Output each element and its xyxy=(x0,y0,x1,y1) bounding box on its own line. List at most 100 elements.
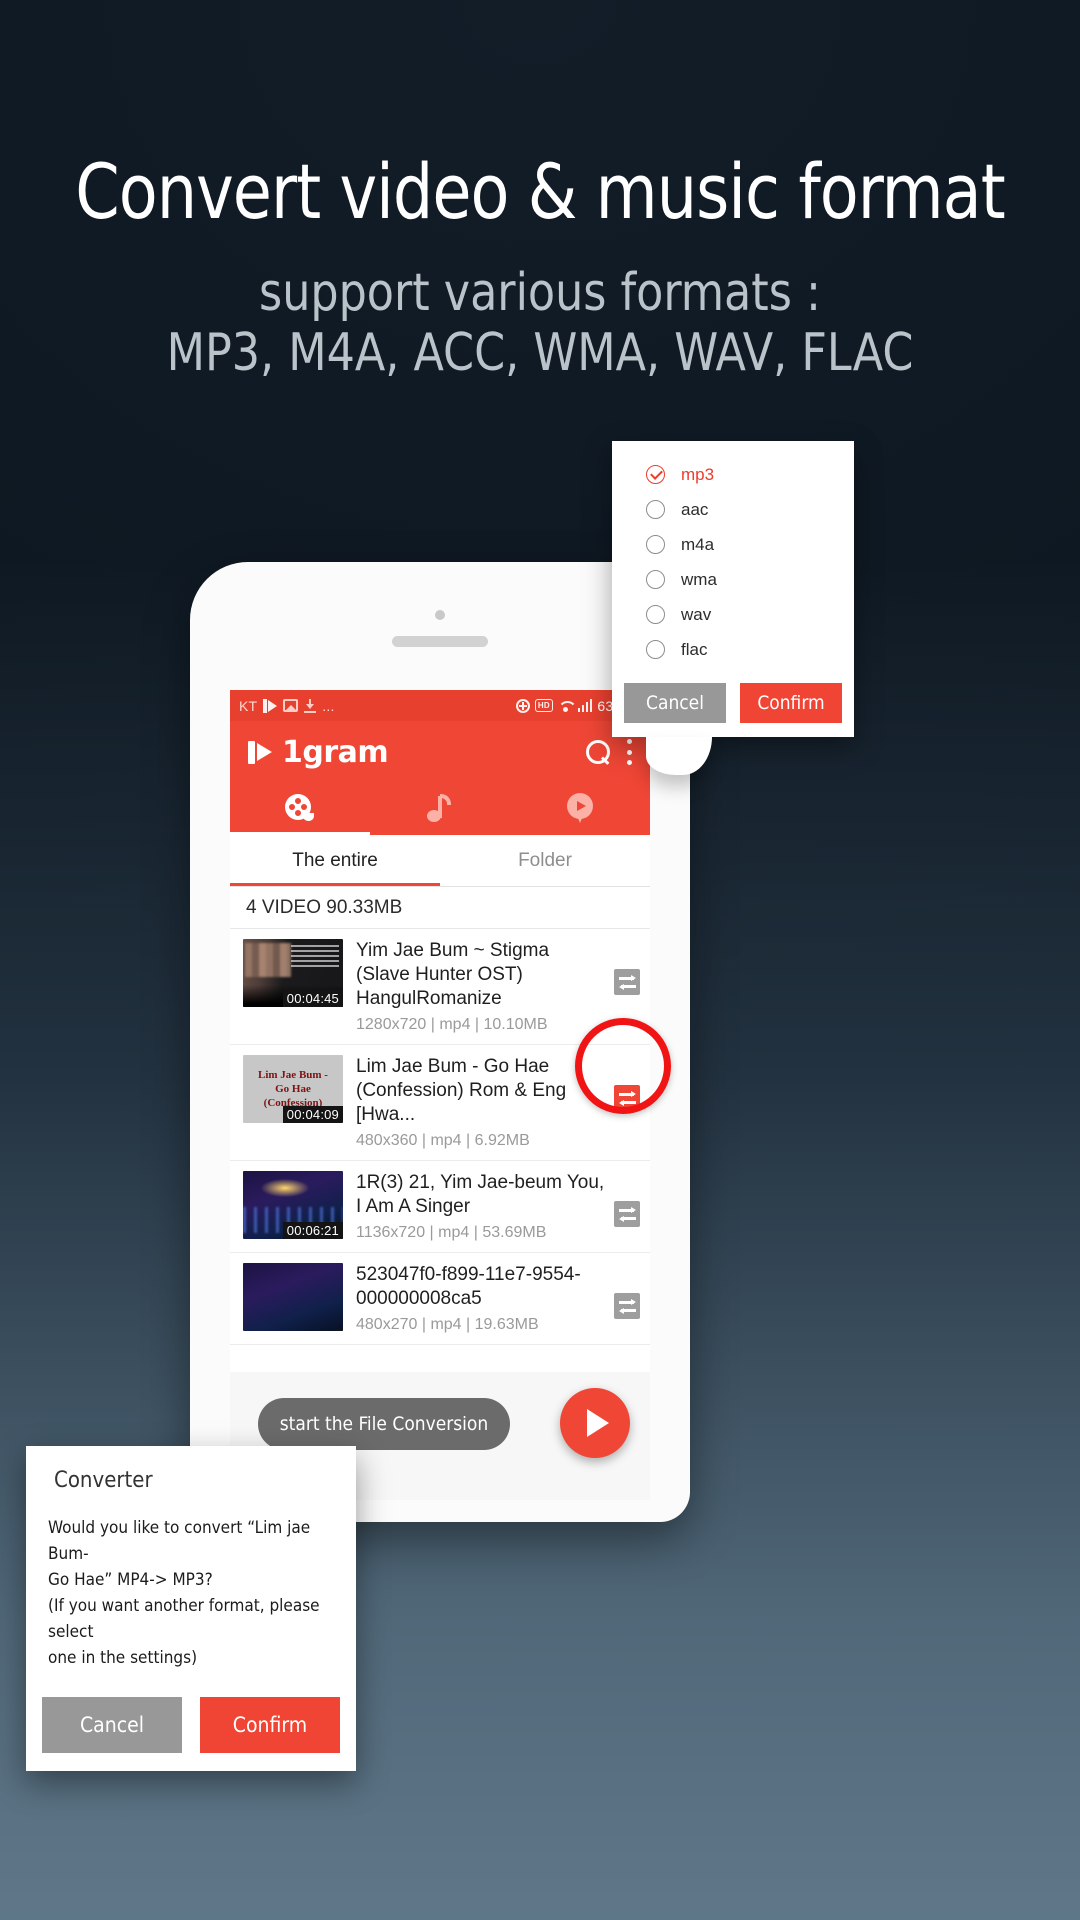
format-option-flac[interactable]: flac xyxy=(646,632,854,667)
tab-the-entire[interactable]: The entire xyxy=(230,835,440,886)
phone-speaker xyxy=(392,636,488,647)
video-info: 523047f0-f899-11e7-9554-000000008ca5 480… xyxy=(343,1263,614,1334)
tab-folder[interactable]: Folder xyxy=(440,835,650,886)
play-pin-icon xyxy=(565,793,595,825)
radio-checked-icon xyxy=(646,465,665,484)
format-option-label: m4a xyxy=(681,534,715,554)
radio-unchecked-icon xyxy=(646,605,665,624)
start-conversion-button[interactable]: start the File Conversion xyxy=(258,1398,510,1450)
converter-body-line3: (If you want another format, please sele… xyxy=(48,1596,320,1642)
image-icon xyxy=(283,699,299,712)
app-title: 1gram xyxy=(282,734,389,770)
music-note-icon xyxy=(427,794,453,824)
phone-camera-icon xyxy=(435,610,445,620)
convert-button[interactable] xyxy=(614,969,640,995)
format-selection-dialog: mp3 aac m4a wma wav flac Cancel Confirm xyxy=(612,441,854,775)
search-icon[interactable] xyxy=(586,740,610,764)
video-duration: 00:04:45 xyxy=(282,990,343,1007)
radio-unchecked-icon xyxy=(646,640,665,659)
video-info: Yim Jae Bum ~ Stigma (Slave Hunter OST) … xyxy=(343,939,614,1034)
tab-music[interactable] xyxy=(370,783,510,835)
active-text-tab-indicator xyxy=(230,883,440,886)
format-cancel-button[interactable]: Cancel xyxy=(624,683,726,723)
highlight-annotation-circle xyxy=(575,1018,671,1114)
video-duration: 00:06:21 xyxy=(282,1222,343,1239)
converter-confirm-button[interactable]: Confirm xyxy=(200,1697,340,1753)
video-duration: 00:04:09 xyxy=(282,1106,343,1123)
convert-swap-icon xyxy=(618,974,636,990)
tab-player[interactable] xyxy=(510,783,650,835)
video-list: 00:04:45 Yim Jae Bum ~ Stigma (Slave Hun… xyxy=(230,929,650,1345)
table-row[interactable]: 00:06:21 1R(3) 21, Yim Jae-beum You, I A… xyxy=(230,1161,650,1253)
video-title: Yim Jae Bum ~ Stigma (Slave Hunter OST) … xyxy=(356,940,550,1009)
video-title: 1R(3) 21, Yim Jae-beum You, I Am A Singe… xyxy=(356,1172,605,1217)
format-option-label: flac xyxy=(681,639,708,659)
overflow-menu-icon[interactable] xyxy=(626,739,632,765)
video-meta: 1136x720 | mp4 | 53.69MB xyxy=(356,1224,547,1241)
convert-button[interactable] xyxy=(614,1293,640,1319)
converter-dialog: Converter Would you like to convert “Lim… xyxy=(26,1446,356,1771)
video-info: Lim Jae Bum - Go Hae (Confession) Rom & … xyxy=(343,1055,614,1150)
convert-button[interactable] xyxy=(614,1201,640,1227)
radio-unchecked-icon xyxy=(646,535,665,554)
radio-unchecked-icon xyxy=(646,500,665,519)
video-thumbnail: 00:06:21 xyxy=(243,1171,343,1239)
format-option-list: mp3 aac m4a wma wav flac xyxy=(612,441,854,675)
video-thumbnail xyxy=(243,1263,343,1331)
film-reel-icon xyxy=(285,794,315,824)
table-row[interactable]: 00:04:45 Yim Jae Bum ~ Stigma (Slave Hun… xyxy=(230,929,650,1045)
app-bar: 1gram xyxy=(230,721,650,783)
converter-body-line4: one in the settings) xyxy=(48,1648,198,1668)
convert-swap-icon xyxy=(618,1206,636,1222)
format-option-label: mp3 xyxy=(681,464,715,484)
converter-dialog-buttons: Cancel Confirm xyxy=(26,1691,356,1771)
video-meta: 1280x720 | mp4 | 10.10MB xyxy=(356,1016,548,1033)
video-meta: 480x270 | mp4 | 19.63MB xyxy=(356,1316,539,1333)
more-icon: ... xyxy=(322,697,335,714)
carrier-label: KT xyxy=(239,697,258,714)
status-bar: KT ... HD 63% xyxy=(230,690,650,721)
page-title: Convert video & music format xyxy=(75,147,1005,236)
text-tab-bar: The entire Folder xyxy=(230,835,650,887)
radio-unchecked-icon xyxy=(646,570,665,589)
hd-icon: HD xyxy=(534,699,553,712)
format-option-wma[interactable]: wma xyxy=(646,562,854,597)
video-meta: 480x360 | mp4 | 6.92MB xyxy=(356,1132,530,1149)
promo-subtitle-line2: MP3, M4A, ACC, WMA, WAV, FLAC xyxy=(166,323,914,383)
format-option-label: wav xyxy=(681,604,712,624)
video-info: 1R(3) 21, Yim Jae-beum You, I Am A Singe… xyxy=(343,1171,614,1242)
app-logo-icon xyxy=(263,698,278,713)
converter-cancel-button[interactable]: Cancel xyxy=(42,1697,182,1753)
format-confirm-button[interactable]: Confirm xyxy=(740,683,842,723)
tab-video[interactable] xyxy=(230,783,370,835)
thumbnail-text: Lim Jae Bum - Go Hae (Confession) xyxy=(258,1069,328,1109)
play-fab-button[interactable] xyxy=(560,1388,630,1458)
format-option-wav[interactable]: wav xyxy=(646,597,854,632)
video-title: Lim Jae Bum - Go Hae (Confession) Rom & … xyxy=(356,1056,567,1125)
play-icon xyxy=(587,1409,609,1437)
video-thumbnail: Lim Jae Bum - Go Hae (Confession) 00:04:09 xyxy=(243,1055,343,1123)
video-thumbnail: 00:04:45 xyxy=(243,939,343,1007)
icon-tab-bar xyxy=(230,783,650,835)
video-duration xyxy=(335,1329,343,1331)
converter-dialog-title: Converter xyxy=(54,1468,153,1493)
app-logo-icon xyxy=(248,739,272,765)
promo-subtitle-line1: support various formats : xyxy=(259,263,821,323)
converter-body-line1: Would you like to convert “Lim jae Bum- xyxy=(48,1518,311,1564)
format-option-mp3[interactable]: mp3 xyxy=(646,457,854,492)
table-row[interactable]: 523047f0-f899-11e7-9554-000000008ca5 480… xyxy=(230,1253,650,1345)
signal-icon xyxy=(577,699,593,712)
format-option-aac[interactable]: aac xyxy=(646,492,854,527)
format-option-m4a[interactable]: m4a xyxy=(646,527,854,562)
download-icon xyxy=(304,698,317,713)
converter-body-line2: Go Hae” MP4-> MP3? xyxy=(48,1570,213,1590)
list-summary: 4 VIDEO 90.33MB xyxy=(230,887,650,929)
format-option-label: aac xyxy=(681,499,709,519)
format-dialog-buttons: Cancel Confirm xyxy=(612,675,854,737)
wifi-icon xyxy=(557,700,577,712)
converter-dialog-body: Would you like to convert “Lim jae Bum- … xyxy=(26,1509,356,1691)
convert-swap-icon xyxy=(618,1298,636,1314)
add-circle-icon xyxy=(515,698,530,713)
format-option-label: wma xyxy=(681,569,717,589)
video-title: 523047f0-f899-11e7-9554-000000008ca5 xyxy=(356,1264,581,1309)
